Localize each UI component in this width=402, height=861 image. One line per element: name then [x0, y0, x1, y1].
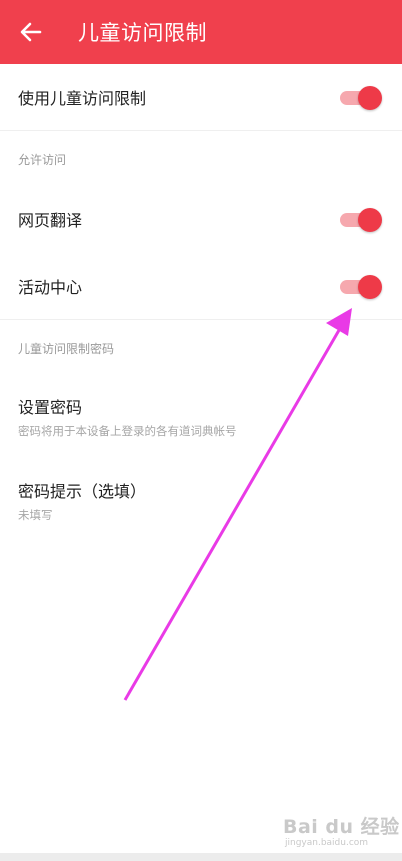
toggle-knob — [358, 208, 382, 232]
bottom-bar — [0, 853, 402, 861]
password-hint-item[interactable]: 密码提示（选填） 未填写 — [0, 458, 402, 528]
baidu-watermark: Bai du 经验 jingyan.baidu.com — [283, 812, 399, 850]
toggle-knob — [358, 275, 382, 299]
set-password-subtitle: 密码将用于本设备上登录的各有道词典帐号 — [18, 424, 237, 438]
back-button[interactable] — [0, 0, 62, 64]
activity-center-toggle-switch[interactable] — [340, 275, 382, 299]
app-header: 儿童访问限制 — [0, 0, 402, 64]
watermark-url: jingyan.baidu.com — [285, 838, 369, 848]
allowed-item-activity-center[interactable]: 活动中心 — [0, 253, 402, 319]
toggle-knob — [358, 86, 382, 110]
page-title: 儿童访问限制 — [78, 21, 207, 45]
set-password-title: 设置密码 — [18, 398, 83, 417]
password-hint-title: 密码提示（选填） — [18, 482, 147, 501]
divider — [0, 130, 402, 131]
section-title-allowed: 允许访问 — [18, 153, 67, 167]
master-toggle-row[interactable]: 使用儿童访问限制 — [0, 64, 402, 130]
master-toggle-switch[interactable] — [340, 86, 382, 110]
screen: 儿童访问限制 使用儿童访问限制 允许访问 网页翻译 活动中心 儿童访问限制密码 … — [0, 0, 402, 861]
translate-toggle-switch[interactable] — [340, 208, 382, 232]
section-title-password: 儿童访问限制密码 — [18, 342, 115, 356]
password-hint-subtitle: 未填写 — [18, 508, 53, 522]
allowed-item-label: 活动中心 — [18, 278, 83, 297]
set-password-item[interactable]: 设置密码 密码将用于本设备上登录的各有道词典帐号 — [0, 372, 402, 442]
divider — [0, 319, 402, 320]
watermark-brand: Bai du 经验 — [283, 816, 400, 838]
arrow-left-icon — [20, 22, 42, 42]
allowed-item-translate[interactable]: 网页翻译 — [0, 186, 402, 252]
master-toggle-label: 使用儿童访问限制 — [18, 89, 147, 108]
allowed-item-label: 网页翻译 — [18, 211, 83, 230]
